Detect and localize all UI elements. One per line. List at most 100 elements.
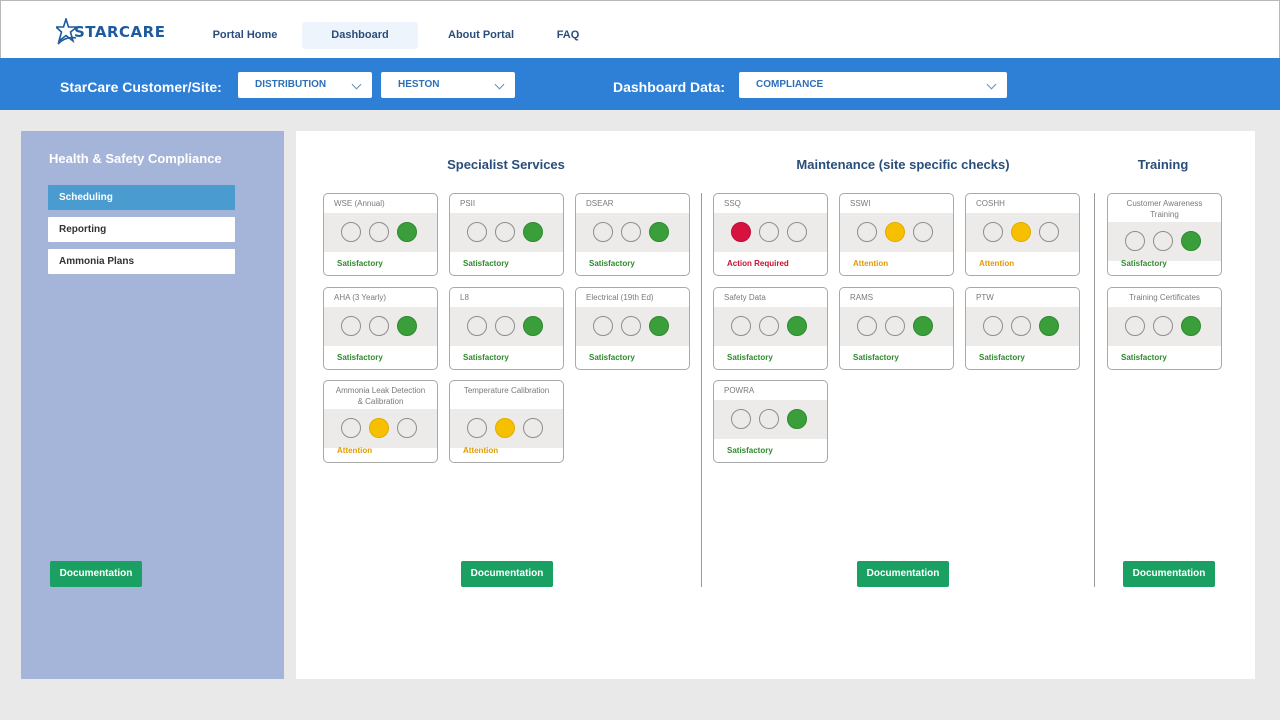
card-title: Training Certificates [1129,293,1200,302]
status-card[interactable]: SSWI Attention [839,193,954,276]
status-card[interactable]: COSHH Attention [965,193,1080,276]
card-status-label: Satisfactory [463,353,509,362]
traffic-light-strip [576,213,689,252]
traffic-light-strip [450,213,563,252]
status-light-icon [731,409,751,429]
status-light-icon [1011,222,1031,242]
card-status-label: Attention [979,259,1015,268]
status-light-icon [857,316,877,336]
customer-select[interactable]: DISTRIBUTION [238,72,372,98]
status-light-icon [341,418,361,438]
status-card[interactable]: Ammonia Leak Detection & Calibration Atte… [323,380,438,463]
status-light-icon [369,418,389,438]
status-card[interactable]: RAMS Satisfactory [839,287,954,370]
sidebar-item-ammonia-plans[interactable]: Ammonia Plans [48,249,235,274]
site-select-value: HESTON [398,79,440,90]
dashboard-data-value: COMPLIANCE [756,79,824,90]
sidebar-documentation-button[interactable]: Documentation [50,561,142,587]
status-light-icon [731,316,751,336]
dashboard-data-select[interactable]: COMPLIANCE [739,72,1007,98]
status-light-icon [467,316,487,336]
status-light-icon [885,316,905,336]
nav-dashboard[interactable]: Dashboard [302,22,418,49]
status-light-icon [523,418,543,438]
training-documentation-button[interactable]: Documentation [1123,561,1215,587]
status-light-icon [649,222,669,242]
status-light-icon [523,316,543,336]
status-card[interactable]: Safety Data Satisfactory [713,287,828,370]
dashboard-main-panel: Specialist Services Maintenance (site sp… [296,131,1255,679]
status-light-icon [913,222,933,242]
status-card[interactable]: DSEAR Satisfactory [575,193,690,276]
card-status-label: Satisfactory [1121,353,1167,362]
card-title: DSEAR [586,199,614,208]
card-title: Electrical (19th Ed) [586,293,654,302]
status-card[interactable]: Temperature Calibration Attention [449,380,564,463]
sidebar-item-reporting[interactable]: Reporting [48,217,235,242]
status-light-icon [787,409,807,429]
status-light-icon [495,418,515,438]
filter-bar: StarCare Customer/Site: DISTRIBUTION HES… [0,58,1280,110]
card-title: Safety Data [724,293,766,302]
specialist-documentation-button[interactable]: Documentation [461,561,553,587]
brand-name: STARCARE [74,23,166,41]
traffic-light-strip [324,409,437,448]
nav-about-portal[interactable]: About Portal [440,22,522,49]
card-status-label: Attention [853,259,889,268]
nav-portal-home[interactable]: Portal Home [205,22,285,49]
status-light-icon [341,222,361,242]
status-card[interactable]: Training Certificates Satisfactory [1107,287,1222,370]
card-status-label: Satisfactory [1121,259,1167,268]
card-title: Ammonia Leak Detection & Calibration [335,386,426,406]
section-divider [1094,193,1095,587]
starcare-logo[interactable]: STARCARE [56,16,165,48]
sidebar: Health & Safety Compliance Scheduling Re… [21,131,284,679]
card-title: Temperature Calibration [463,386,550,395]
card-status-label: Satisfactory [727,353,773,362]
traffic-light-strip [576,307,689,346]
card-status-label: Attention [337,446,373,455]
status-light-icon [787,222,807,242]
card-title: PTW [976,293,994,302]
site-select[interactable]: HESTON [381,72,515,98]
status-card[interactable]: PTW Satisfactory [965,287,1080,370]
status-light-icon [1011,316,1031,336]
status-light-icon [593,316,613,336]
status-light-icon [731,222,751,242]
status-card[interactable]: Customer Awareness Training Satisfactory [1107,193,1222,276]
status-card[interactable]: WSE (Annual) Satisfactory [323,193,438,276]
status-light-icon [341,316,361,336]
status-light-icon [1153,316,1173,336]
status-light-icon [885,222,905,242]
traffic-light-strip [840,213,953,252]
status-card[interactable]: PSII Satisfactory [449,193,564,276]
status-light-icon [369,222,389,242]
card-title: L8 [460,293,469,302]
card-title: POWRA [724,386,755,395]
card-title: WSE (Annual) [334,199,385,208]
traffic-light-strip [450,409,563,448]
status-light-icon [1039,316,1059,336]
status-light-icon [1181,231,1201,251]
card-status-label: Satisfactory [337,353,383,362]
status-light-icon [649,316,669,336]
sidebar-item-scheduling[interactable]: Scheduling [48,185,235,210]
maintenance-documentation-button[interactable]: Documentation [857,561,949,587]
status-card[interactable]: AHA (3 Yearly) Satisfactory [323,287,438,370]
traffic-light-strip [966,213,1079,252]
status-light-icon [523,222,543,242]
status-light-icon [397,316,417,336]
card-status-label: Satisfactory [979,353,1025,362]
status-light-icon [983,222,1003,242]
traffic-light-strip [1108,222,1221,261]
status-light-icon [397,222,417,242]
status-card[interactable]: POWRA Satisfactory [713,380,828,463]
status-light-icon [913,316,933,336]
status-card[interactable]: Electrical (19th Ed) Satisfactory [575,287,690,370]
status-light-icon [1039,222,1059,242]
nav-faq[interactable]: FAQ [549,22,587,49]
status-light-icon [787,316,807,336]
status-card[interactable]: L8 Satisfactory [449,287,564,370]
status-card[interactable]: SSQ Action Required [713,193,828,276]
chevron-down-icon [351,79,362,90]
